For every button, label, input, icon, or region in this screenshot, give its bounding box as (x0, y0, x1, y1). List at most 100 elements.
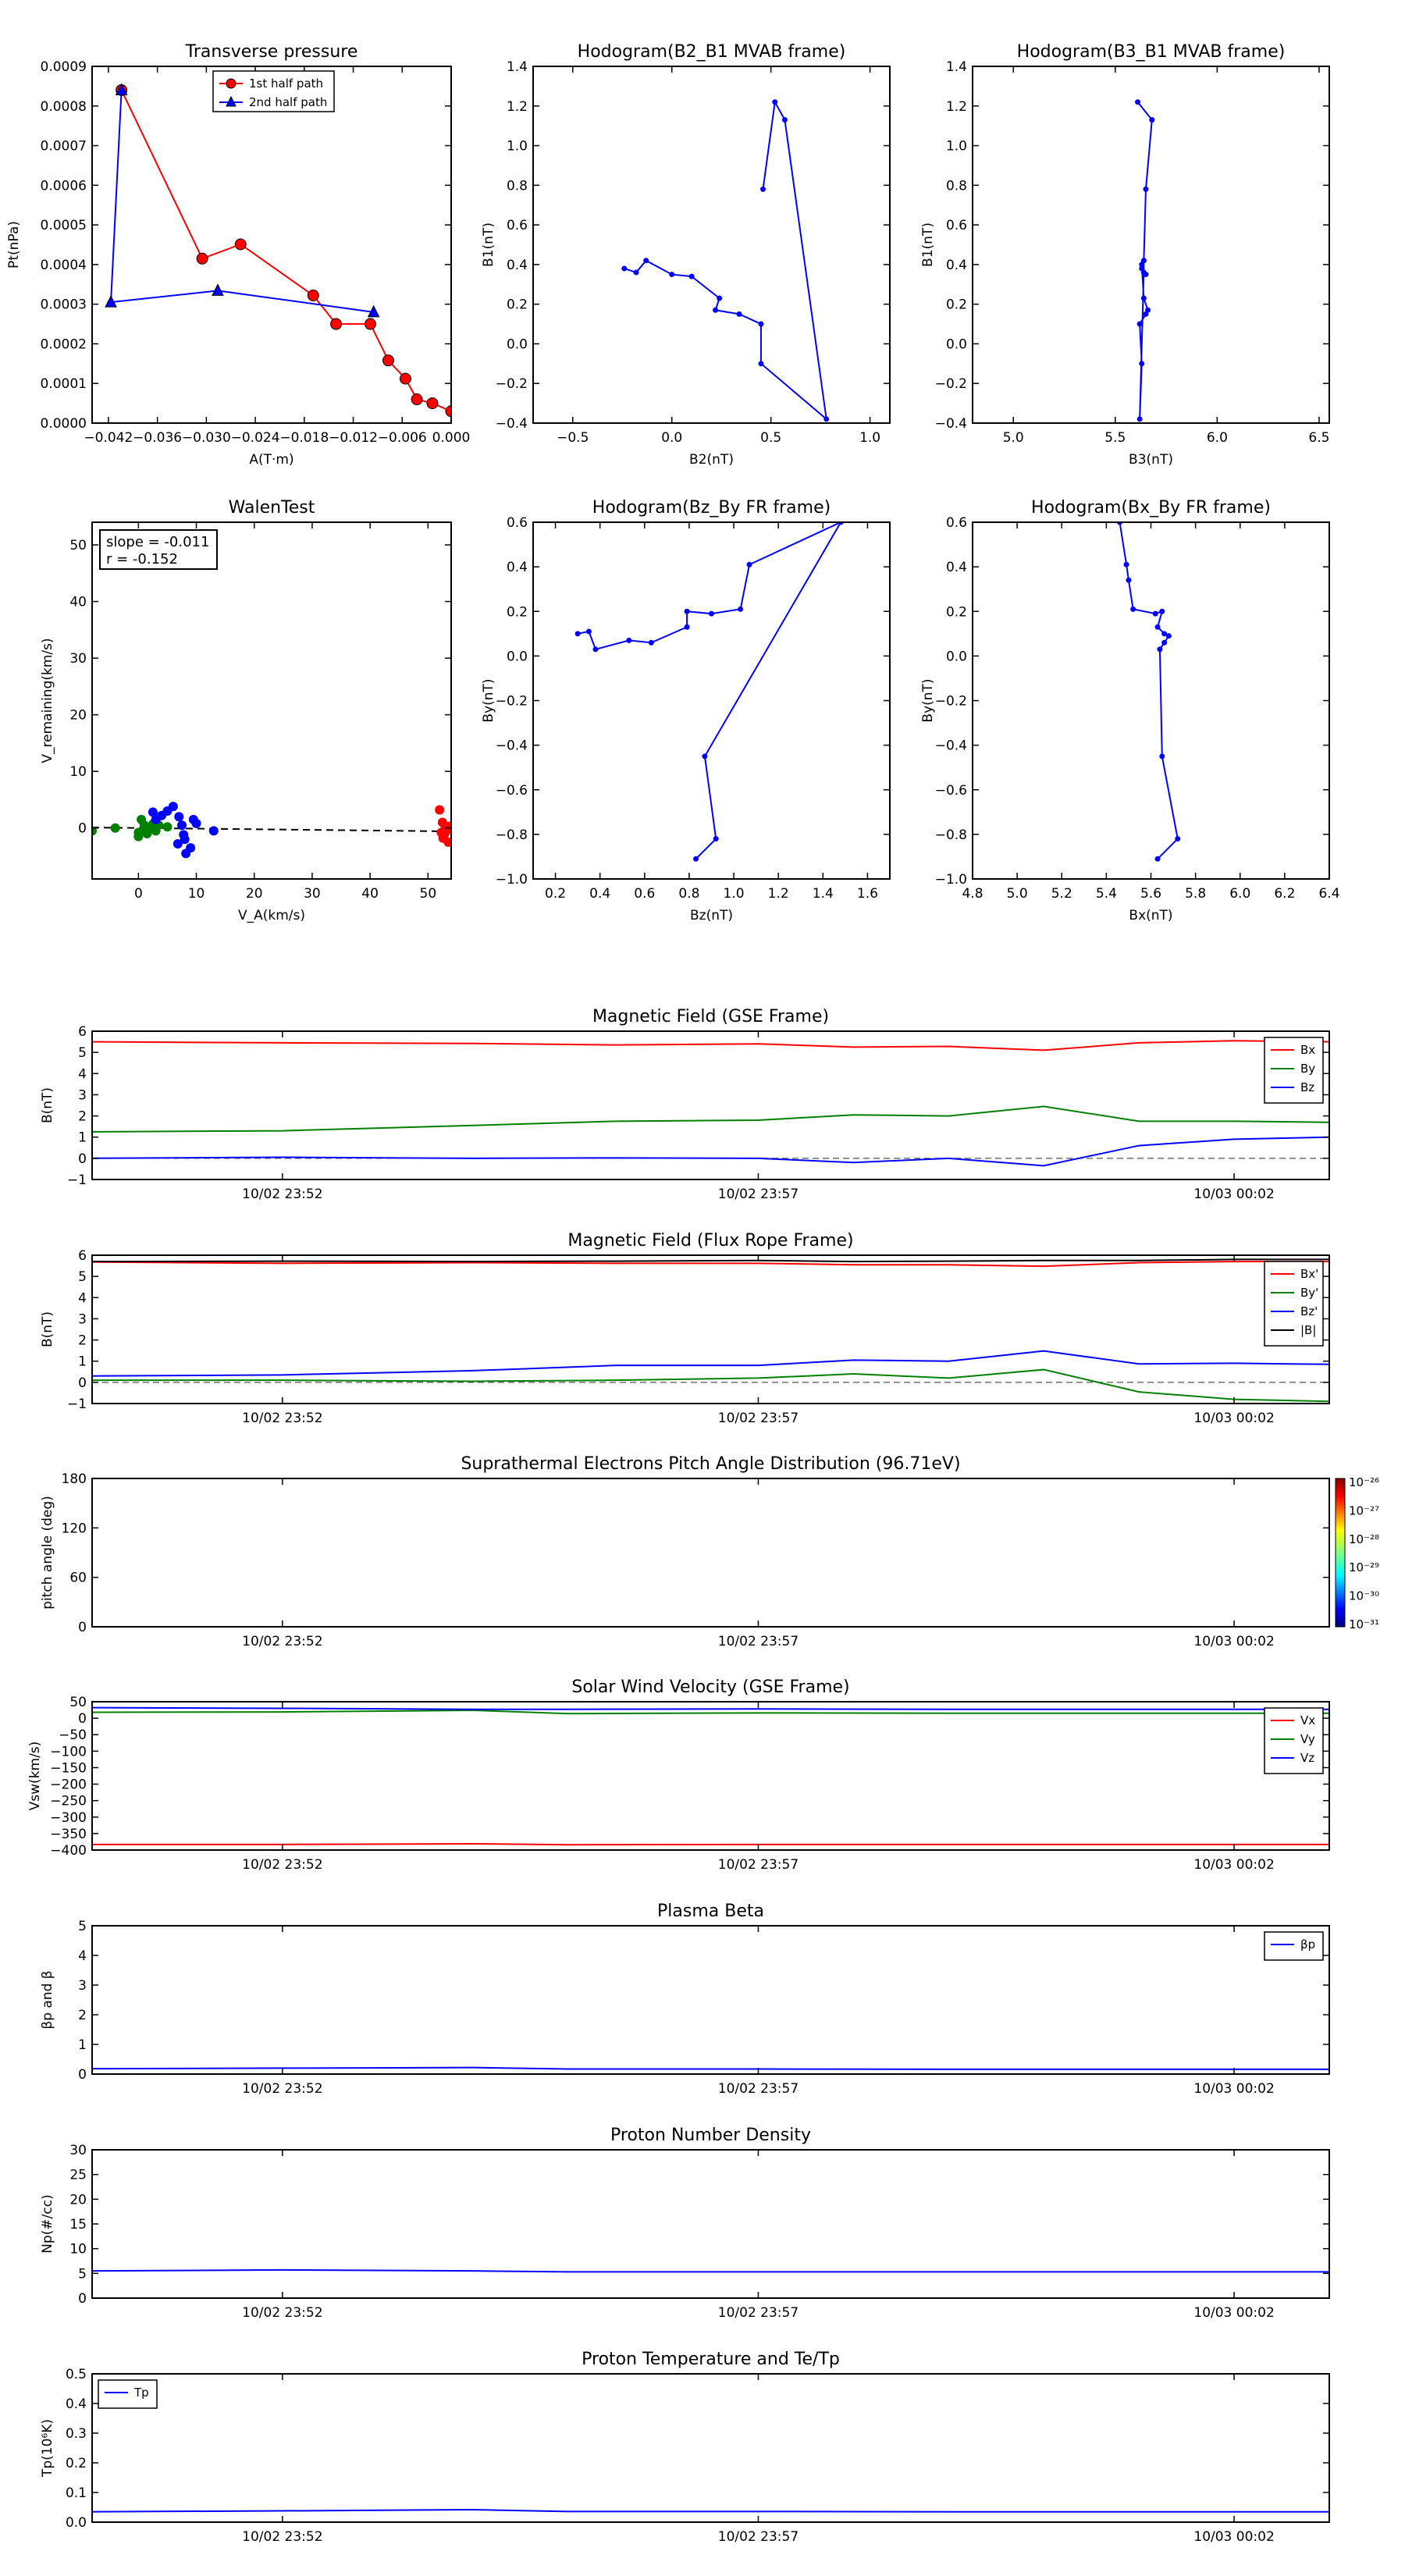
data-point (399, 372, 411, 385)
x-tick-label: 10/02 23:52 (242, 1634, 322, 1649)
x-axis-label: B3(nT) (1129, 452, 1173, 468)
y-tick-label: 1.2 (946, 99, 967, 115)
legend-label: Bz (1300, 1080, 1314, 1094)
data-point (585, 628, 592, 635)
data-point (592, 646, 599, 653)
x-tick-label: 10/02 23:52 (242, 1187, 322, 1202)
y-axis-label: Vsw(km/s) (27, 1742, 43, 1811)
y-tick-label: 0 (78, 2067, 87, 2083)
x-tick-label: 5.8 (1185, 886, 1206, 902)
x-tick-label: 0.4 (589, 886, 610, 902)
y-tick-label: 0.0007 (41, 139, 87, 155)
x-tick-label: 4.8 (962, 886, 983, 902)
y-tick-label: 0.0005 (41, 218, 87, 233)
legend-label: 1st half path (249, 76, 323, 91)
series-line (120, 90, 451, 412)
data-point (1140, 295, 1147, 301)
data-point (713, 307, 719, 313)
series-Bx' (92, 1261, 1329, 1268)
colorbar-label: 10⁻³⁰ (1349, 1589, 1379, 1603)
series-|B| (92, 1258, 1329, 1263)
y-tick-label: 0.0009 (41, 59, 87, 75)
y-tick-label: 0 (78, 1711, 87, 1727)
y-tick-label: 120 (62, 1521, 87, 1536)
y-tick-label: 0.0 (66, 2515, 87, 2531)
y-tick-label: 0.3 (66, 2426, 87, 2442)
data-point (179, 830, 189, 840)
data-point (758, 321, 764, 327)
chart-title: Hodogram(B2_B1 MVAB frame) (578, 42, 846, 62)
data-point (330, 318, 343, 330)
x-tick-label: 10/02 23:57 (718, 2081, 799, 2097)
x-tick-label: 0.0 (661, 430, 682, 446)
annotation-text: slope = -0.011 (106, 534, 209, 550)
data-point (1165, 633, 1172, 639)
chart-title: Magnetic Field (Flux Rope Frame) (567, 1231, 853, 1251)
data-point (441, 824, 451, 834)
y-axis-label: Tp(10⁶K) (40, 2419, 55, 2478)
data-point (669, 272, 675, 278)
y-axis-label: B(nT) (40, 1087, 55, 1123)
x-tick-label: 10/02 23:57 (718, 1634, 799, 1649)
y-tick-label: 0.0001 (41, 376, 87, 392)
legend: Bx By Bz (1264, 1037, 1324, 1104)
chart-title: Proton Number Density (610, 2126, 811, 2145)
data-point (1123, 561, 1129, 568)
colorbar-label: 10⁻³¹ (1349, 1617, 1379, 1631)
x-tick-label: 0.8 (678, 886, 699, 902)
data-point (191, 818, 201, 828)
y-tick-label: 1.4 (946, 59, 967, 75)
y-tick-label: −1 (67, 1397, 87, 1412)
y-tick-label: −0.4 (496, 416, 528, 432)
chart-title: Magnetic Field (GSE Frame) (592, 1007, 829, 1026)
colorbar-label: 10⁻²⁶ (1349, 1475, 1379, 1489)
plot-frame (91, 1478, 1330, 1628)
y-tick-label: 1 (78, 2037, 87, 2053)
y-tick-label: 3 (78, 1087, 87, 1103)
legend-label: Bx (1300, 1043, 1315, 1057)
y-tick-label: 0.0 (507, 649, 528, 664)
y-axis-label: βp and β (40, 1970, 55, 2029)
chart-title: Suprathermal Electrons Pitch Angle Distr… (461, 1454, 960, 1474)
y-tick-label: 0.2 (66, 2456, 87, 2471)
data-point (648, 639, 654, 646)
data-point (713, 836, 719, 842)
y-tick-label: 4 (78, 1948, 87, 1964)
series-line (92, 2268, 1329, 2273)
series-Bx (92, 1040, 1329, 1051)
data-point (684, 624, 690, 630)
x-tick-label: 5.6 (1140, 886, 1161, 902)
y-tick-label: 0 (78, 821, 87, 837)
y-axis-label: B1(nT) (920, 222, 936, 267)
chart-walen: WalenTest 0 10 20 30 40 50 0 10 20 30 40 50 V_A(km/s)… (40, 498, 452, 923)
colorbar (1335, 1478, 1346, 1628)
data-point (168, 802, 178, 812)
y-tick-label: −0.8 (496, 827, 528, 843)
y-tick-label: −1.0 (935, 872, 967, 888)
y-axis-label: Np(#/cc) (40, 2194, 55, 2253)
data-point (1175, 836, 1181, 842)
y-tick-label: 60 (69, 1571, 87, 1586)
x-axis-label: V_A(km/s) (238, 908, 305, 923)
x-axis-label: A(T·m) (249, 452, 293, 468)
y-tick-label: 0.4 (507, 560, 528, 575)
y-tick-label: −0.6 (496, 783, 528, 799)
series-line (1119, 522, 1179, 860)
data-point (1140, 258, 1147, 264)
y-tick-label: −350 (50, 1827, 87, 1842)
x-tick-label: 20 (246, 886, 263, 902)
x-tick-label: 10/03 00:02 (1193, 2081, 1274, 2097)
data-point (781, 117, 788, 123)
y-tick-label: 0.0002 (41, 336, 87, 352)
x-tick-label: 10/02 23:52 (242, 2081, 322, 2097)
series-line (92, 1105, 1329, 1133)
y-tick-label: 10 (69, 2242, 87, 2258)
data-point (823, 416, 830, 422)
y-tick-label: 2 (78, 2008, 87, 2023)
y-tick-label: 0.6 (507, 218, 528, 233)
y-tick-label: −0.2 (935, 694, 967, 710)
data-point (717, 295, 723, 301)
series-Vz (92, 1706, 1329, 1710)
y-tick-label: 5 (78, 2266, 87, 2282)
y-tick-label: 5 (78, 1919, 87, 1934)
